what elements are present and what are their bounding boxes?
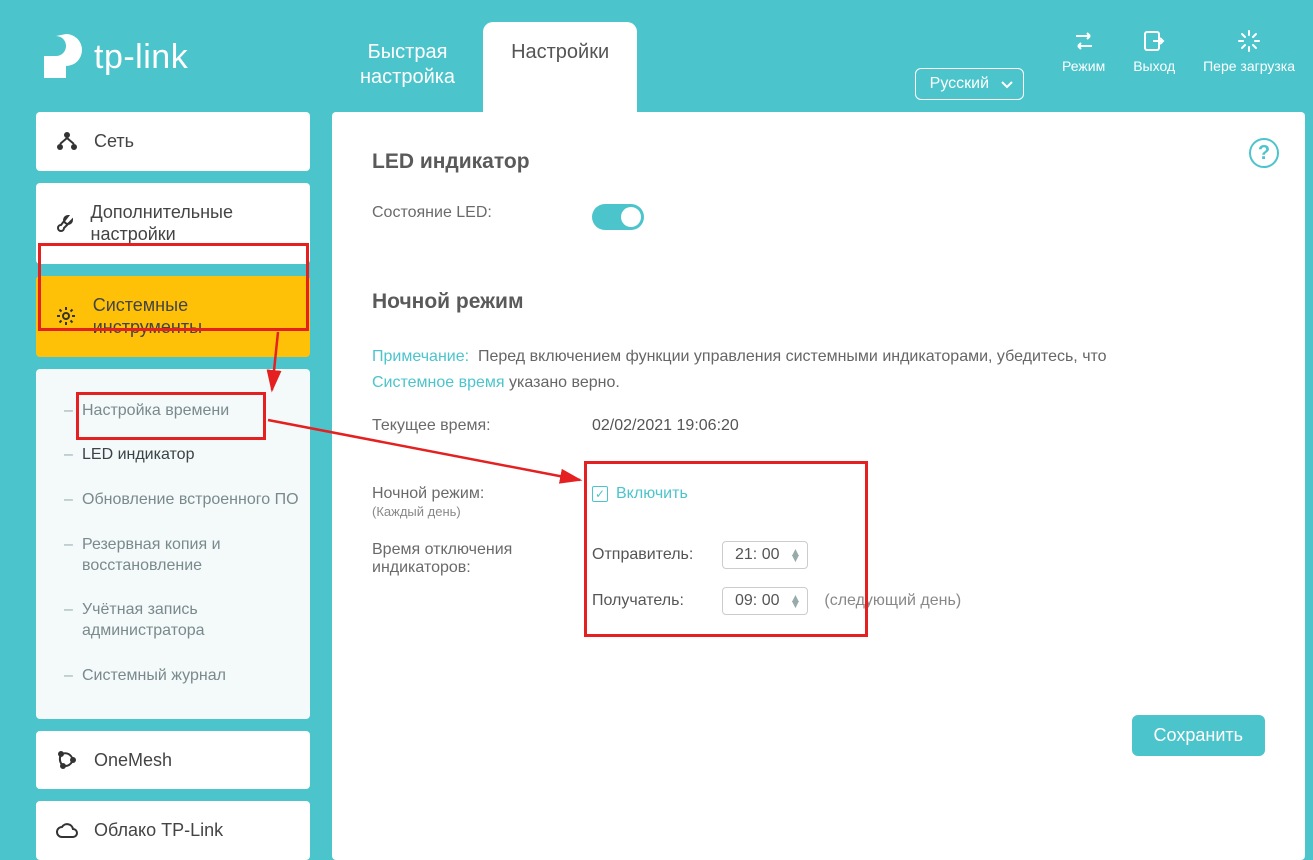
checkbox-icon: ✓ xyxy=(592,486,608,502)
cloud-icon xyxy=(54,822,80,840)
mode-button[interactable]: Режим xyxy=(1062,28,1105,74)
section-night-title: Ночной режим xyxy=(372,290,1265,314)
to-time-value: 09: 00 xyxy=(735,592,779,610)
sidebar: Сеть Дополнительные настройки Системные … xyxy=(36,112,310,860)
content-panel: ? LED индикатор Состояние LED: Ночной ре… xyxy=(332,112,1305,860)
sidebar-item-advanced[interactable]: Дополнительные настройки xyxy=(36,183,310,264)
note-label: Примечание: xyxy=(372,348,469,365)
help-icon[interactable]: ? xyxy=(1249,138,1279,168)
reboot-button[interactable]: Пере загрузка xyxy=(1203,28,1295,74)
logout-button[interactable]: Выход xyxy=(1133,28,1175,74)
tab-settings[interactable]: Настройки xyxy=(483,22,637,112)
from-time-input[interactable]: 21: 00 ▲▼ xyxy=(722,541,808,569)
note-text-after: указано верно. xyxy=(509,374,620,391)
next-day-label: (следующий день) xyxy=(824,592,961,610)
sidebar-item-onemesh[interactable]: OneMesh xyxy=(36,731,310,790)
reboot-spinner-icon xyxy=(1203,28,1295,54)
submenu-backup[interactable]: Резервная копия и восстановление xyxy=(64,523,300,589)
section-led-title: LED индикатор xyxy=(372,150,1265,174)
submenu-firmware[interactable]: Обновление встроенного ПО xyxy=(64,478,300,523)
enable-label: Включить xyxy=(616,485,688,503)
from-time-value: 21: 00 xyxy=(735,546,779,564)
led-off-time-label: Время отключения индикаторов: xyxy=(372,541,592,577)
led-state-toggle[interactable] xyxy=(592,204,644,230)
submenu-syslog[interactable]: Системный журнал xyxy=(64,654,300,699)
sidebar-label: Сеть xyxy=(94,130,134,153)
logout-icon xyxy=(1133,28,1175,54)
sidebar-item-network[interactable]: Сеть xyxy=(36,112,310,171)
submenu-led-control[interactable]: LED индикатор xyxy=(64,433,300,478)
wrench-icon xyxy=(54,212,77,234)
network-icon xyxy=(54,131,80,151)
chevron-down-icon xyxy=(1001,78,1013,96)
current-time-label: Текущее время: xyxy=(372,417,592,435)
system-time-link[interactable]: Системное время xyxy=(372,374,505,391)
sidebar-item-cloud[interactable]: Облако TP-Link xyxy=(36,801,310,860)
mesh-icon xyxy=(54,749,80,771)
stepper-icon[interactable]: ▲▼ xyxy=(789,549,801,562)
sidebar-label: Дополнительные настройки xyxy=(91,201,292,246)
brand-logo: tp-link xyxy=(40,32,188,82)
sidebar-label: Облако TP-Link xyxy=(94,819,223,842)
led-state-label: Состояние LED: xyxy=(372,204,592,222)
submenu-time-settings[interactable]: Настройка времени xyxy=(64,389,300,434)
from-label: Отправитель: xyxy=(592,546,722,564)
current-time-value: 02/02/2021 19:06:20 xyxy=(592,417,739,435)
save-button[interactable]: Сохранить xyxy=(1132,715,1265,756)
note-block: Примечание: Перед включением функции упр… xyxy=(372,344,1265,395)
language-select[interactable]: Русский xyxy=(915,68,1024,100)
brand-text: tp-link xyxy=(94,38,188,77)
sidebar-item-system-tools[interactable]: Системные инструменты xyxy=(36,276,310,357)
mode-swap-icon xyxy=(1062,28,1105,54)
night-mode-label: Ночной режим: (Каждый день) xyxy=(372,485,592,521)
to-label: Получатель: xyxy=(592,592,722,610)
submenu-admin[interactable]: Учётная запись администратора xyxy=(64,588,300,654)
sidebar-label: Системные инструменты xyxy=(93,294,292,339)
tab-quick-setup[interactable]: Быстрая настройка xyxy=(332,22,483,112)
stepper-icon[interactable]: ▲▼ xyxy=(789,595,801,608)
language-value: Русский xyxy=(930,75,989,92)
sidebar-label: OneMesh xyxy=(94,749,172,772)
to-time-input[interactable]: 09: 00 ▲▼ xyxy=(722,587,808,615)
note-text-before: Перед включением функции управления сист… xyxy=(478,348,1107,365)
sidebar-submenu: Настройка времени LED индикатор Обновлен… xyxy=(36,369,310,719)
night-mode-enable[interactable]: ✓ Включить xyxy=(592,485,688,503)
gear-icon xyxy=(54,305,79,327)
